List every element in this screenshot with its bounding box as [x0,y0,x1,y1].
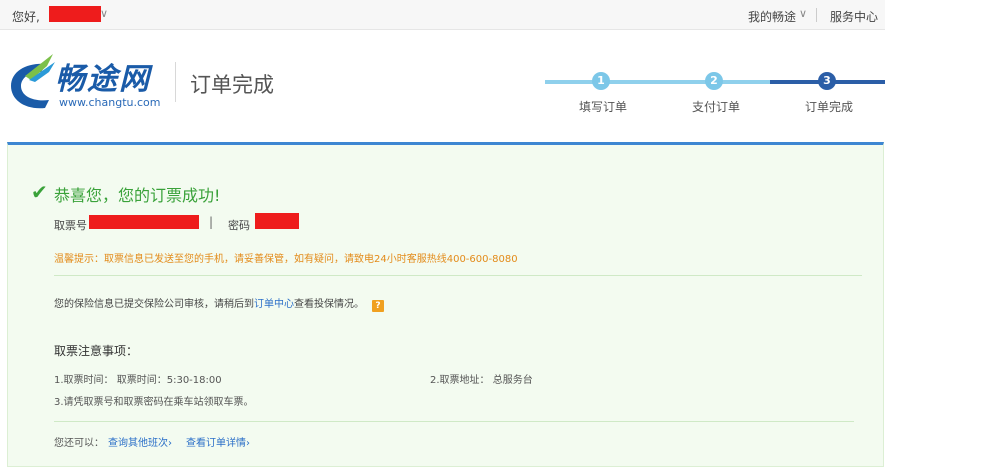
view-order-details-link[interactable]: 查看订单详情› [186,438,250,449]
brand-name: 畅途网 [55,62,151,97]
my-trip-caret-icon[interactable]: ∨ [799,7,807,20]
greeting-text: 您好, [12,10,40,24]
step-2-dot: 2 [705,72,723,90]
success-check-icon: ✔ [31,180,48,204]
section-divider [54,275,862,276]
search-other-trips-link[interactable]: 查询其他班次› [108,438,172,449]
topbar-separator [816,8,817,22]
my-trip-menu[interactable]: 我的畅途 [748,8,796,25]
password-label: 密码 [228,219,250,232]
step-1-label: 填写订单 [579,100,628,114]
progress-line-1 [545,80,715,84]
redacted-ticket-number [89,215,199,229]
top-bar: 您好, ∨ 我的畅途 ∨ 服务中心 [0,0,885,30]
order-result-panel: ✔ 恭喜您，您的订票成功! 取票号 | 密码 温馨提示：取票信息已发送至您的手机… [7,142,884,467]
ticket-number-label: 取票号 [54,219,87,232]
pickup-note-method: 3.请凭取票号和取票密码在乘车站领取车票。 [54,397,254,408]
insurance-suffix: 查看投保情况。 [294,299,364,310]
order-progress: 1 2 3 填写订单 支付订单 订单完成 [545,72,885,116]
tip-text: 温馨提示：取票信息已发送至您的手机，请妥善保管，如有疑问，请致电24小时客服热线… [54,254,518,265]
help-icon[interactable]: ? [372,300,384,312]
ticket-separator: | [209,215,214,229]
more-prefix: 您还可以： [54,438,104,449]
brand-url: www.changtu.com [59,96,161,109]
pickup-notes-title: 取票注意事项： [54,344,139,358]
order-center-link[interactable]: 订单中心 [254,299,294,310]
success-title: 恭喜您，您的订票成功! [54,186,221,205]
page-title: 订单完成 [190,73,274,97]
header-divider [175,62,176,102]
order-complete-page: 您好, ∨ 我的畅途 ∨ 服务中心 畅途网 www.changtu.com 订单… [0,0,993,474]
section-divider [54,421,854,422]
redacted-password [255,213,299,229]
step-3-label: 订单完成 [805,100,854,114]
pickup-note-time: 1.取票时间： 取票时间：5:30-18:00 [54,375,222,386]
service-center-link[interactable]: 服务中心 [830,8,878,25]
step-3-dot: 3 [818,72,836,90]
insurance-prefix: 您的保险信息已提交保险公司审核，请稍后到 [54,299,254,310]
pickup-note-address: 2.取票地址： 总服务台 [430,375,533,386]
step-1-dot: 1 [592,72,610,90]
more-actions: 您还可以： 查询其他班次› 查看订单详情› [54,434,250,449]
user-dropdown-caret-icon[interactable]: ∨ [100,7,108,20]
insurance-notice: 您的保险信息已提交保险公司审核，请稍后到订单中心查看投保情况。? [54,295,384,312]
redacted-username [49,6,101,22]
step-2-label: 支付订单 [692,100,741,114]
